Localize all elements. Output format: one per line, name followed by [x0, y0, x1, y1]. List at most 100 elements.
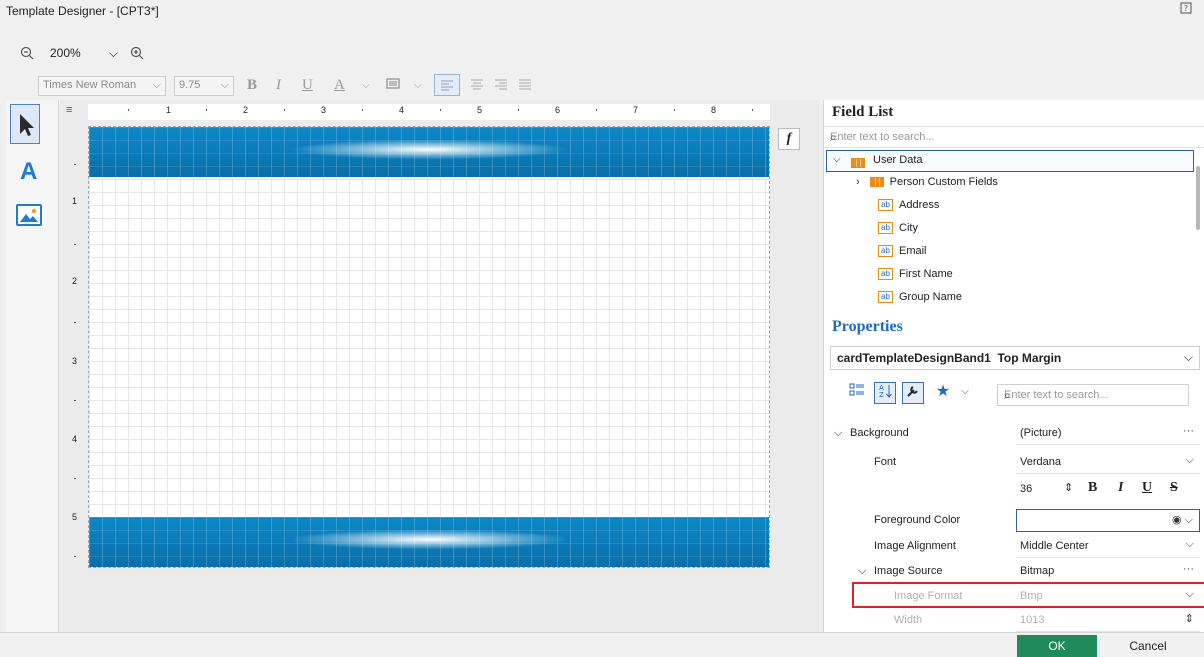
underline-button[interactable]: U: [302, 77, 313, 94]
tree-item-address[interactable]: ab Address: [878, 199, 939, 217]
field-list-title: Field List: [832, 104, 894, 120]
spin-icon: ⇕: [1184, 613, 1194, 625]
font-size-stepper[interactable]: 36 ⇕ B I U S: [1016, 478, 1200, 501]
underline-button[interactable]: U: [1142, 480, 1152, 496]
ruler-tick: [74, 164, 76, 165]
chevron-down-icon[interactable]: ⌵: [414, 80, 422, 91]
field-list-scrollbar[interactable]: [1196, 166, 1200, 230]
chevron-down-icon[interactable]: ⌵: [858, 565, 866, 578]
svg-text:?: ?: [1184, 4, 1188, 13]
vertical-ruler: 1 2 3 4 5: [64, 126, 84, 566]
strikeout-button[interactable]: S: [1170, 480, 1178, 496]
star-icon[interactable]: ★: [932, 382, 954, 404]
picture-tool-icon[interactable]: [16, 204, 42, 226]
search-icon: ⌕: [830, 130, 837, 144]
properties-search[interactable]: Enter text to search... ⌕: [997, 384, 1189, 406]
chevron-down-icon[interactable]: ⌵: [954, 382, 976, 404]
tree-item-person-custom-fields[interactable]: › Person Custom Fields: [856, 176, 998, 194]
field-list-search[interactable]: Enter text to search... ⌕: [824, 126, 1204, 148]
zoom-in-icon[interactable]: [130, 46, 144, 63]
help-icon[interactable]: ?: [1180, 2, 1194, 16]
tree-item-first-name[interactable]: ab First Name: [878, 268, 953, 286]
align-left-button[interactable]: [434, 74, 460, 96]
tree-item-user-data[interactable]: ⌵ User Data: [826, 150, 1194, 172]
color-picker[interactable]: ◉ ⌵: [1016, 509, 1200, 532]
tree-item-email[interactable]: ab Email: [878, 245, 927, 263]
field-icon: ab: [878, 291, 893, 304]
italic-button[interactable]: I: [1118, 480, 1123, 496]
ruler-tick-label: 7: [633, 105, 639, 115]
expression-button[interactable]: f: [778, 128, 800, 150]
align-right-icon[interactable]: [494, 78, 508, 95]
property-value[interactable]: Verdana ⌵: [1016, 451, 1200, 474]
font-family-value: Times New Roman: [43, 79, 137, 91]
chevron-right-icon[interactable]: ›: [856, 176, 860, 188]
background-image-top: [89, 127, 769, 177]
ellipsis-button[interactable]: ···: [1183, 563, 1194, 575]
property-row-width: Width 1013 ⇕: [824, 609, 1204, 632]
ruler-tick: [362, 109, 363, 111]
ruler-tick: [752, 109, 753, 111]
field-icon: ab: [878, 222, 893, 235]
search-icon: ⌕: [1004, 388, 1011, 402]
ruler-tick-label: 1: [166, 105, 172, 115]
italic-button[interactable]: I: [276, 77, 281, 94]
chevron-down-icon[interactable]: ⌵: [1186, 454, 1194, 467]
ruler-tick: [596, 109, 597, 111]
chevron-down-icon: ⌵: [152, 79, 161, 91]
font-family-select[interactable]: Times New Roman ⌵: [38, 76, 166, 96]
property-value[interactable]: Middle Center ⌵: [1016, 535, 1200, 558]
wrench-icon[interactable]: [902, 382, 924, 404]
chevron-down-icon[interactable]: ⌵: [1186, 538, 1194, 551]
zoom-out-icon[interactable]: [20, 46, 34, 63]
property-row-image-source[interactable]: ⌵ Image Source Bitmap ···: [824, 560, 1204, 583]
ruler-menu-icon[interactable]: ≡: [66, 104, 72, 116]
align-center-icon[interactable]: [470, 78, 484, 95]
property-row-font-size[interactable]: 36 ⇕ B I U S: [824, 478, 1204, 501]
chevron-down-icon[interactable]: ⌵: [834, 427, 842, 440]
property-row-foreground-color[interactable]: Foreground Color ◉ ⌵: [824, 509, 1204, 532]
color-wheel-icon[interactable]: ◉ ⌵: [1172, 513, 1193, 527]
field-icon: ab: [878, 245, 893, 258]
background-color-icon[interactable]: [386, 78, 400, 95]
alphabetical-sort-icon[interactable]: AZ: [874, 382, 896, 404]
ok-button[interactable]: OK: [1017, 635, 1097, 657]
spin-icon[interactable]: ⇕: [1064, 481, 1073, 494]
object-selector[interactable]: cardTemplateDesignBand1 Top Margin ⌵: [830, 346, 1200, 370]
object-selector-value: cardTemplateDesignBand1 Top Margin: [837, 351, 1062, 365]
ruler-tick-label: 4: [399, 105, 405, 115]
tree-item-group-name[interactable]: ab Group Name: [878, 291, 962, 309]
property-value[interactable]: Bitmap ···: [1016, 560, 1200, 583]
property-value: 1013 ⇕: [1016, 609, 1200, 632]
tree-item-label: First Name: [899, 268, 953, 280]
property-row-background[interactable]: ⌵ Background (Picture) ···: [824, 422, 1204, 445]
property-row-image-alignment[interactable]: Image Alignment Middle Center ⌵: [824, 535, 1204, 558]
ruler-tick-label: 5: [477, 105, 483, 115]
zoom-select[interactable]: 200% ⌵: [44, 44, 122, 64]
tree-item-city[interactable]: ab City: [878, 222, 918, 240]
title-bar: Template Designer - [CPT3*] ?: [0, 0, 1204, 40]
tree-item-label: Person Custom Fields: [889, 176, 998, 188]
ruler-tick: [74, 478, 76, 479]
pointer-tool[interactable]: [10, 104, 40, 144]
ruler-tick: [440, 109, 441, 111]
properties-title: Properties: [832, 318, 903, 335]
property-name: Background: [850, 427, 909, 439]
property-value-text: Middle Center: [1020, 540, 1089, 552]
tree-item-label: User Data: [873, 154, 923, 166]
chevron-down-icon[interactable]: ⌵: [833, 154, 841, 165]
font-color-button[interactable]: A: [334, 77, 345, 94]
card-template-band[interactable]: [88, 126, 770, 568]
property-row-font[interactable]: Font Verdana ⌵: [824, 451, 1204, 474]
bold-button[interactable]: B: [1088, 480, 1097, 496]
cancel-button[interactable]: Cancel: [1108, 635, 1188, 657]
ellipsis-button[interactable]: ···: [1183, 425, 1194, 437]
property-value[interactable]: (Picture) ···: [1016, 422, 1200, 445]
chevron-down-icon[interactable]: ⌵: [362, 80, 370, 91]
align-justify-icon[interactable]: [518, 78, 532, 95]
bold-button[interactable]: B: [247, 77, 257, 94]
categorized-view-icon[interactable]: [846, 382, 868, 404]
font-size-select[interactable]: 9.75 ⌵: [174, 76, 234, 96]
chevron-down-icon: ⌵: [1183, 350, 1193, 364]
text-tool[interactable]: A: [20, 158, 37, 186]
